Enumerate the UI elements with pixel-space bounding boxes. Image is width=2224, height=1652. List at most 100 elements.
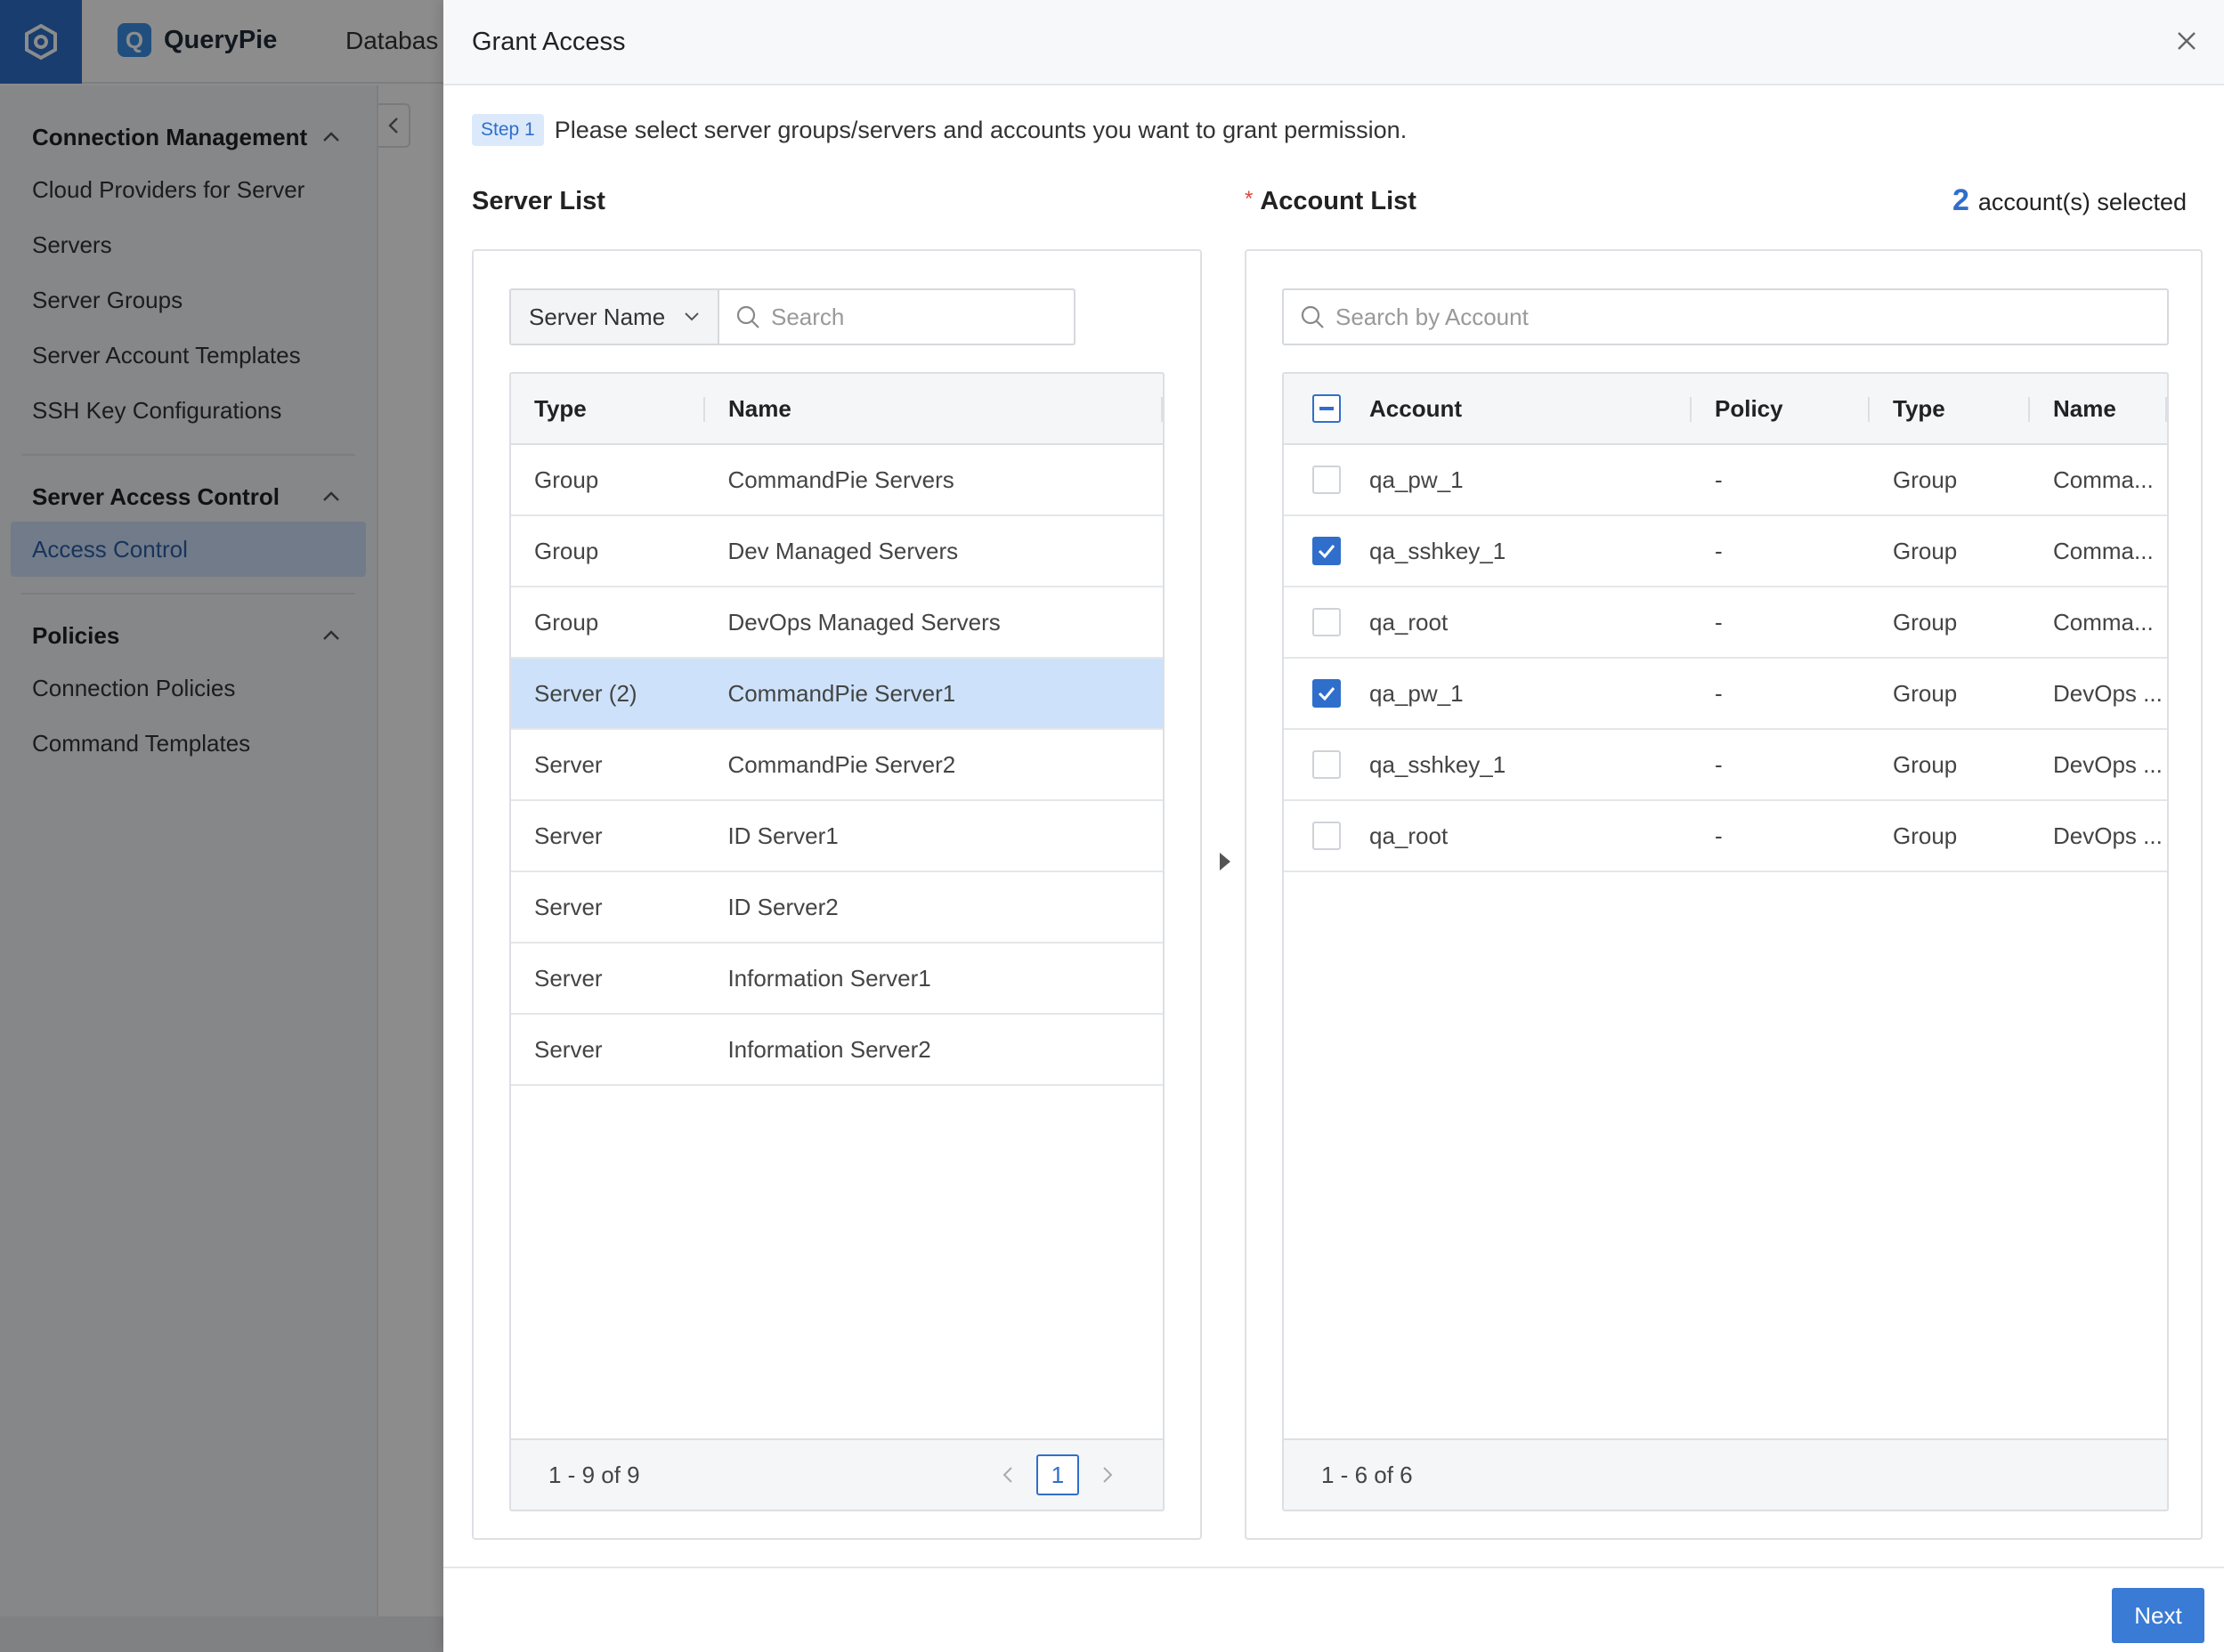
cell-type: Group: [1893, 679, 1958, 707]
chevron-down-icon: [685, 312, 699, 321]
required-mark: *: [1245, 187, 1254, 211]
cell-type: Server (2): [534, 679, 637, 707]
cell-policy: -: [1715, 608, 1723, 636]
account-search-input[interactable]: [1335, 303, 2137, 331]
table-row[interactable]: qa_pw_1 - Group DevOps ...: [1284, 659, 2167, 730]
cell-type: Group: [1893, 750, 1958, 778]
cell-type: Server: [534, 964, 603, 992]
cell-type: Group: [534, 466, 599, 493]
table-row[interactable]: Group DevOps Managed Servers: [511, 587, 1163, 659]
search-icon: [1301, 305, 1324, 328]
step-badge: Step 1: [472, 114, 544, 146]
table-row[interactable]: Server CommandPie Server2: [511, 730, 1163, 801]
cell-type: Group: [1893, 822, 1958, 849]
server-filter-dropdown[interactable]: Server Name: [511, 290, 719, 344]
cell-account: qa_sshkey_1: [1369, 750, 1506, 778]
row-checkbox-cell: [1284, 801, 1369, 871]
cell-account: qa_sshkey_1: [1369, 537, 1506, 564]
server-pagination-summary: 1 - 9 of 9: [548, 1461, 640, 1488]
account-table-footer: 1 - 6 of 6: [1284, 1438, 2167, 1510]
cell-policy: -: [1715, 537, 1723, 564]
column-header-policy[interactable]: Policy: [1692, 374, 1870, 443]
table-row[interactable]: qa_root - Group Comma...: [1284, 587, 2167, 659]
table-row[interactable]: Server ID Server2: [511, 872, 1163, 943]
step-instruction: Step 1 Please select server groups/serve…: [472, 114, 1407, 146]
next-button[interactable]: Next: [2112, 1588, 2204, 1643]
server-table-body: Group CommandPie Servers Group Dev Managed…: [511, 445, 1163, 1086]
row-checkbox[interactable]: [1312, 466, 1341, 494]
server-list-panel: Server Name Type Name Group CommandPie Se…: [472, 249, 1202, 1540]
next-page-icon[interactable]: [1097, 1464, 1118, 1486]
server-table: Type Name Group CommandPie Servers Group D…: [509, 372, 1165, 1511]
row-checkbox[interactable]: [1312, 750, 1341, 779]
table-row[interactable]: Server Information Server1: [511, 943, 1163, 1015]
row-checkbox-cell: [1284, 587, 1369, 657]
column-header-name[interactable]: Name: [705, 374, 1163, 443]
row-checkbox-checked[interactable]: [1312, 537, 1341, 565]
close-icon[interactable]: [2169, 23, 2204, 59]
account-list-panel: Account Policy Type Name qa_pw_1 - Group…: [1245, 249, 2203, 1540]
pagination: 1: [997, 1454, 1118, 1495]
column-header-name[interactable]: Name: [2030, 374, 2167, 443]
selected-count: 2 account(s) selected: [1952, 183, 2187, 218]
cell-name: ID Server1: [727, 822, 839, 849]
cell-name: Comma...: [2053, 466, 2154, 493]
cell-type: Server: [534, 893, 603, 920]
prev-page-icon[interactable]: [997, 1464, 1019, 1486]
cell-name: CommandPie Server1: [727, 679, 956, 707]
drawer-header: Grant Access: [443, 0, 2224, 85]
column-header-type[interactable]: Type: [511, 374, 705, 443]
server-search-input[interactable]: [771, 303, 1056, 331]
table-row[interactable]: qa_root - Group DevOps ...: [1284, 801, 2167, 872]
select-all-cell: [1284, 374, 1369, 443]
row-checkbox[interactable]: [1312, 822, 1341, 850]
table-row[interactable]: Server ID Server1: [511, 801, 1163, 872]
cell-policy: -: [1715, 822, 1723, 849]
table-row[interactable]: qa_pw_1 - Group Comma...: [1284, 445, 2167, 516]
row-checkbox[interactable]: [1312, 608, 1341, 636]
checkmark-icon: [1318, 545, 1335, 558]
cell-type: Server: [534, 1035, 603, 1063]
table-row[interactable]: Server Information Server2: [511, 1015, 1163, 1086]
cell-type: Group: [534, 537, 599, 564]
select-all-checkbox[interactable]: [1312, 394, 1341, 423]
cell-name: DevOps ...: [2053, 822, 2163, 849]
cell-account: qa_pw_1: [1369, 679, 1464, 707]
grant-access-drawer: Grant Access Step 1 Please select server…: [443, 0, 2224, 1652]
account-search-group: [1282, 288, 2169, 345]
row-checkbox-cell: [1284, 659, 1369, 728]
row-checkbox-cell: [1284, 516, 1369, 586]
column-header-type[interactable]: Type: [1870, 374, 2030, 443]
dropdown-label: Server Name: [529, 303, 666, 330]
server-search-box: [719, 290, 1074, 344]
page-number-button[interactable]: 1: [1036, 1454, 1079, 1495]
table-row[interactable]: Group CommandPie Servers: [511, 445, 1163, 516]
table-row[interactable]: qa_sshkey_1 - Group DevOps ...: [1284, 730, 2167, 801]
drawer-title: Grant Access: [472, 27, 626, 56]
cell-account: qa_pw_1: [1369, 466, 1464, 493]
table-row[interactable]: qa_sshkey_1 - Group Comma...: [1284, 516, 2167, 587]
selected-count-text: account(s) selected: [1977, 189, 2187, 215]
cell-policy: -: [1715, 466, 1723, 493]
drawer-footer: Next: [443, 1567, 2224, 1652]
table-row[interactable]: Group Dev Managed Servers: [511, 516, 1163, 587]
account-search-box: [1284, 290, 2167, 344]
table-row-selected[interactable]: Server (2) CommandPie Server1: [511, 659, 1163, 730]
table-header: Type Name: [511, 374, 1163, 445]
step-text: Please select server groups/servers and …: [554, 116, 1408, 143]
server-table-footer: 1 - 9 of 9 1: [511, 1438, 1163, 1510]
row-checkbox-checked[interactable]: [1312, 679, 1341, 708]
cell-name: DevOps ...: [2053, 750, 2163, 778]
cell-type: Group: [1893, 608, 1958, 636]
cell-account: qa_root: [1369, 822, 1449, 849]
column-header-account[interactable]: Account: [1369, 374, 1692, 443]
cell-name: DevOps ...: [2053, 679, 2163, 707]
cell-type: Server: [534, 750, 603, 778]
table-header: Account Policy Type Name: [1284, 374, 2167, 445]
cell-name: Information Server2: [727, 1035, 931, 1063]
account-pagination-summary: 1 - 6 of 6: [1321, 1461, 1413, 1488]
cell-type: Group: [1893, 537, 1958, 564]
cell-policy: -: [1715, 679, 1723, 707]
modal-overlay[interactable]: [0, 0, 445, 1652]
cell-account: qa_root: [1369, 608, 1449, 636]
